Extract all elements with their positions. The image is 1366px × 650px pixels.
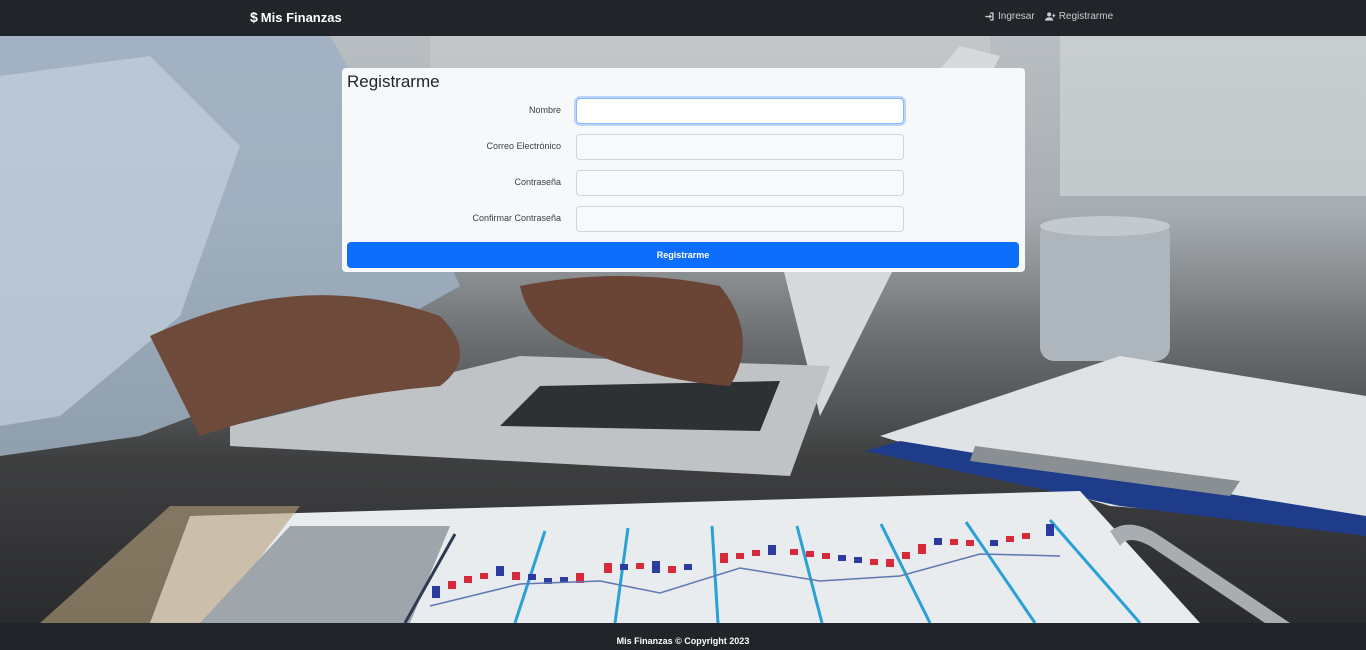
form-row-nombre: Nombre xyxy=(342,98,1025,124)
nav-link-ingresar[interactable]: Ingresar xyxy=(984,11,1035,22)
nombre-input[interactable] xyxy=(576,98,904,124)
form-row-correo: Correo Electrónico xyxy=(342,134,1025,160)
confirmar-label: Confirmar Contraseña xyxy=(472,213,561,223)
contrasena-label: Contraseña xyxy=(514,177,561,187)
correo-input[interactable] xyxy=(576,134,904,160)
nav-link-label: Registrarme xyxy=(1058,11,1114,22)
footer: Mis Finanzas © Copyright 2023 xyxy=(0,623,1366,650)
nav-links: Ingresar Registrarme xyxy=(984,11,1113,22)
correo-label: Correo Electrónico xyxy=(486,141,561,151)
brand-label: Mis Finanzas xyxy=(260,9,342,25)
card-title: Registrarme xyxy=(347,72,440,91)
contrasena-input[interactable] xyxy=(576,170,904,196)
user-plus-icon xyxy=(1044,12,1055,21)
registrarme-button[interactable]: Registrarme xyxy=(347,242,1019,268)
nav-link-registrarme[interactable]: Registrarme xyxy=(1044,11,1114,22)
dollar-icon: $ xyxy=(250,9,258,25)
navbar: $ Mis Finanzas Ingresar Registrarme xyxy=(0,0,1366,36)
form-row-contrasena: Contraseña xyxy=(342,170,1025,196)
footer-text: Mis Finanzas © Copyright 2023 xyxy=(616,636,750,646)
nombre-label: Nombre xyxy=(528,105,561,115)
confirmar-input[interactable] xyxy=(576,206,904,232)
form-row-confirmar: Confirmar Contraseña xyxy=(342,206,1025,232)
login-icon xyxy=(985,12,994,21)
register-card: Registrarme Nombre Correo Electrónico Co… xyxy=(342,68,1025,272)
nav-link-label: Ingresar xyxy=(998,11,1035,22)
brand-link[interactable]: $ Mis Finanzas xyxy=(250,9,342,25)
